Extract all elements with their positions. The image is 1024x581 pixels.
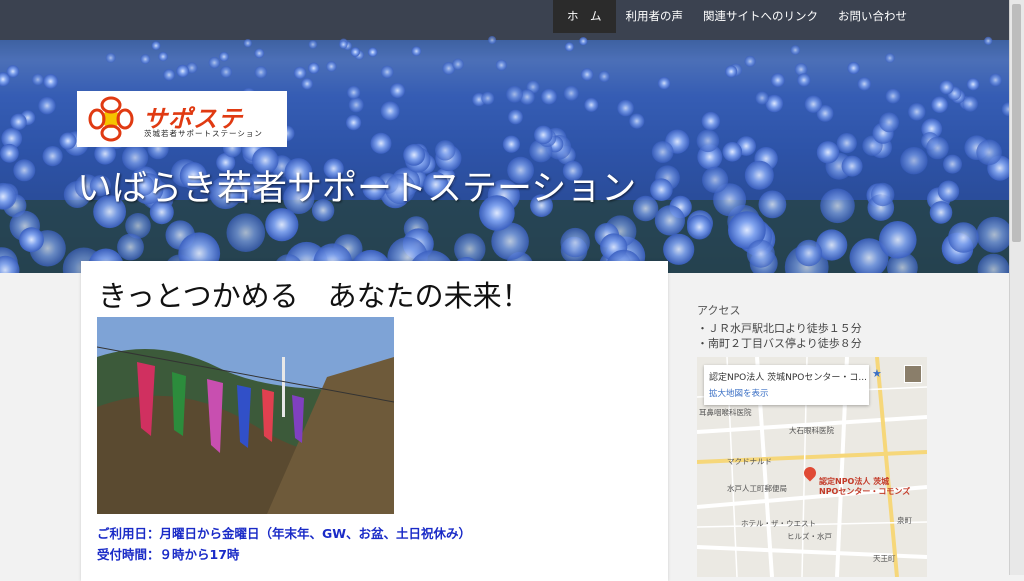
site-logo[interactable]: サポステ 茨城若者サポートステーション [77, 91, 287, 147]
map-label: 水戸人工町郵便局 [727, 484, 787, 493]
map-place-name: 認定NPO法人 茨城NPOセンター・コ... [709, 373, 867, 383]
map-label: 泉町 [897, 516, 912, 525]
star-icon[interactable]: ★ [872, 367, 882, 380]
scrollbar-thumb[interactable] [1012, 4, 1021, 242]
hero-banner: ホ ム 利用者の声 関連サイトへのリンク お問い合わせ サポステ 茨城若者サポー… [0, 0, 1010, 273]
service-days-text: ご利用日：月曜日から金曜日（年末年、GW、お盆、土日祝休み） [97, 526, 472, 541]
nav-item-related-links[interactable]: 関連サイトへのリンク [693, 0, 828, 33]
embedded-map[interactable]: 耳鼻咽喉科医院 大石眼科医院 マクドナルド 水戸人工町郵便局 ホテル・ザ・ウエス… [697, 357, 927, 577]
access-line-station: ・ＪＲ水戸駅北口より徒歩１５分 [697, 322, 862, 335]
nav-item-contact[interactable]: お問い合わせ [828, 0, 917, 33]
map-label: 耳鼻咽喉科医院 [699, 408, 752, 417]
map-pin-label: 認定NPO法人 茨城 NPOセンター・コモンズ [819, 477, 911, 496]
logo-subtext: 茨城若者サポートステーション [144, 129, 263, 138]
map-place-card: 認定NPO法人 茨城NPOセンター・コ... 拡大地図を表示 ★ [704, 365, 882, 405]
access-title: アクセス [697, 304, 741, 317]
reception-hours-text: 受付時間：９時から17時 [97, 547, 240, 562]
koinobori-bridge-photo [97, 317, 394, 514]
logo-flower-mark-icon [88, 96, 134, 142]
top-navigation: ホ ム 利用者の声 関連サイトへのリンク お問い合わせ [553, 0, 917, 33]
map-label: ホテル・ザ・ウエスト [741, 519, 816, 528]
map-label: マクドナルド [727, 457, 772, 466]
page-headline: きっとつかめる あなたの未来！ [98, 279, 531, 313]
map-user-avatar[interactable] [904, 365, 922, 383]
access-line-bus: ・南町２丁目バス停より徒歩８分 [697, 337, 862, 350]
site-title[interactable]: いばらき若者サポートステーション [77, 160, 636, 211]
page-scrollbar[interactable] [1009, 0, 1024, 575]
map-label: 天王町 [873, 554, 896, 563]
map-enlarge-link[interactable]: 拡大地図を表示 [709, 387, 769, 399]
nav-item-home[interactable]: ホ ム [553, 0, 616, 33]
map-label: 大石眼科医院 [789, 426, 834, 435]
nav-item-user-voices[interactable]: 利用者の声 [616, 0, 694, 33]
main-content-card: きっとつかめる あなたの未来！ ご利用日：月曜日から金曜日（年末年、GW、お盆、… [81, 261, 668, 581]
map-label: ヒルズ・水戸 [787, 532, 832, 541]
